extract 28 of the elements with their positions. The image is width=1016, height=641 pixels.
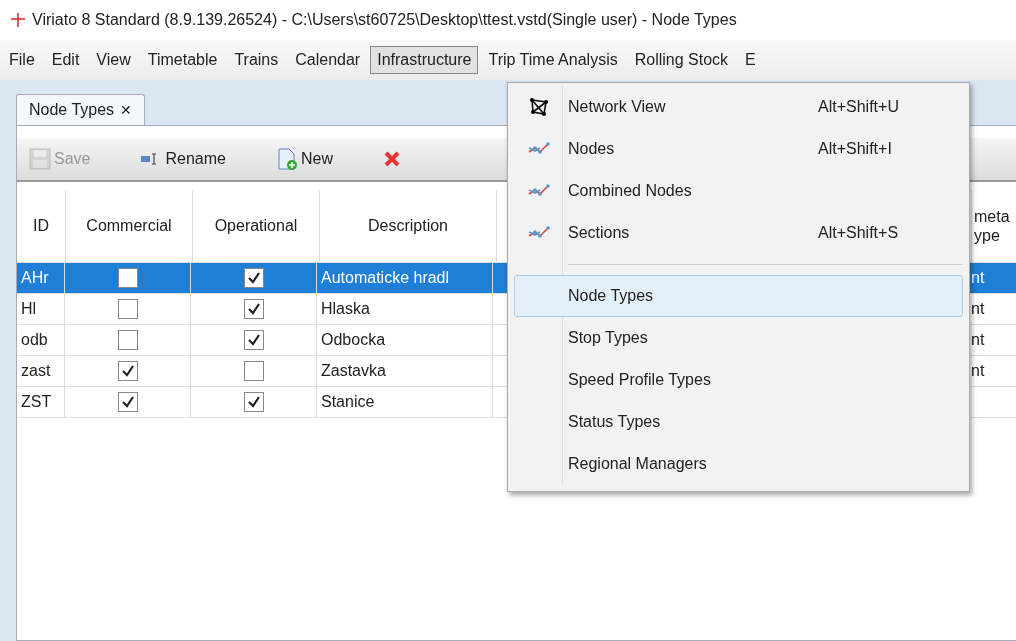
table-cell: AHr: [17, 263, 65, 293]
menu-label: Speed Profile Types: [567, 371, 712, 389]
table-cell: nt: [971, 331, 985, 349]
tab-label: Node Types: [29, 101, 115, 119]
menu-label: Network View: [567, 98, 667, 116]
shortcut-label: Alt+Shift+I: [818, 140, 892, 158]
table-cell: zast: [17, 356, 65, 386]
table-cell: nt: [971, 269, 985, 287]
menu-label: Status Types: [567, 413, 662, 431]
table-cell: Odbocka: [317, 325, 493, 355]
table-cell: ZST: [17, 387, 65, 417]
menu-label: Combined Nodes: [567, 182, 693, 200]
shortcut-label: Alt+Shift+U: [818, 98, 899, 116]
window-title: Viriato 8 Standard (8.9.139.26524) - C:\Users\st60725\Desktop\ttest.vstd(Single user) - Node Types: [32, 11, 737, 29]
table-cell: nt: [971, 362, 985, 380]
table-cell: Zastavka: [317, 356, 493, 386]
menu-label: Nodes: [567, 140, 616, 158]
table-cell: Automaticke hradl: [317, 263, 493, 293]
table-cell: Hlaska: [317, 294, 493, 324]
shortcut-label: Alt+Shift+S: [818, 224, 899, 242]
menu-label: Stop Types: [567, 329, 649, 347]
menu-label: Sections: [567, 224, 631, 242]
table-cell: odb: [17, 325, 65, 355]
table-cell: Hl: [17, 294, 65, 324]
menu-label: Node Types: [567, 287, 655, 305]
menu-label: Regional Managers: [567, 455, 708, 473]
table-cell: nt: [971, 300, 985, 318]
table-cell: Stanice: [317, 387, 493, 417]
